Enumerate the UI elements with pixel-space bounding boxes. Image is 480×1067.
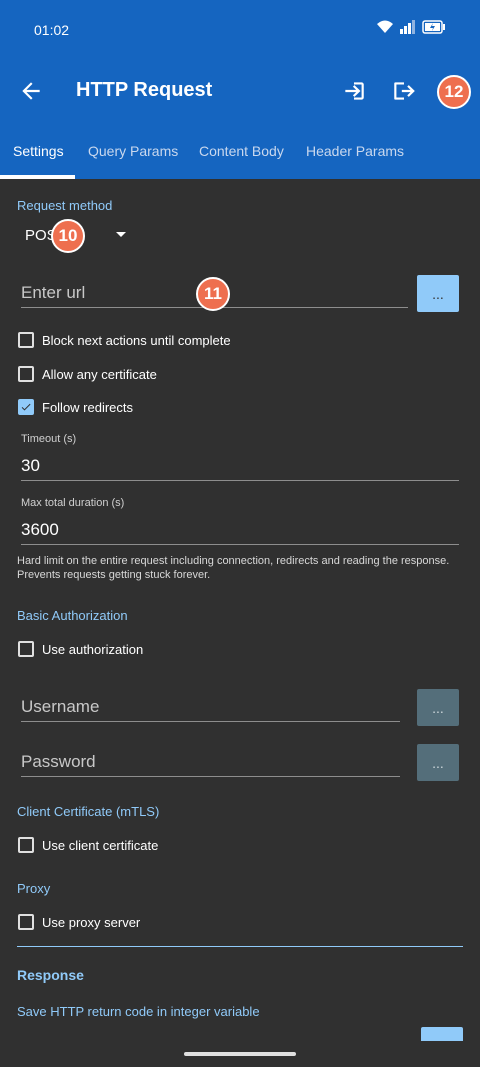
proxy-section-title: Proxy xyxy=(17,881,51,896)
page-title: HTTP Request xyxy=(76,79,213,101)
use-proxy-row[interactable]: Use proxy server xyxy=(18,914,140,930)
status-time: 01:02 xyxy=(34,22,70,38)
password-variables-button[interactable]: ... xyxy=(417,744,459,781)
follow-redirects-checkbox[interactable] xyxy=(18,399,34,415)
timeout-input[interactable]: 30 xyxy=(21,456,459,481)
max-duration-label: Max total duration (s) xyxy=(21,497,125,509)
back-arrow-icon[interactable] xyxy=(18,78,44,104)
block-actions-label: Block next actions until complete xyxy=(42,332,231,348)
use-client-cert-row[interactable]: Use client certificate xyxy=(18,837,158,853)
block-actions-row[interactable]: Block next actions until complete xyxy=(18,332,231,348)
export-icon[interactable] xyxy=(391,78,417,104)
battery-icon xyxy=(422,20,445,34)
timeout-label: Timeout (s) xyxy=(21,433,77,445)
use-proxy-label: Use proxy server xyxy=(42,914,141,930)
username-input[interactable] xyxy=(21,697,400,717)
username-field[interactable] xyxy=(21,697,400,722)
tab-bar: Settings Query Params Content Body Heade… xyxy=(0,140,480,179)
wifi-icon xyxy=(377,20,393,33)
password-input[interactable] xyxy=(21,752,400,772)
tab-settings[interactable]: Settings xyxy=(13,143,64,159)
dropdown-caret-icon[interactable] xyxy=(116,232,126,237)
tab-header-params[interactable]: Header Params xyxy=(306,143,404,159)
password-field[interactable] xyxy=(21,752,400,777)
follow-redirects-label: Follow redirects xyxy=(42,399,134,415)
allow-certificate-row[interactable]: Allow any certificate xyxy=(18,366,157,382)
max-duration-help: Hard limit on the entire request includi… xyxy=(17,555,450,581)
check-icon xyxy=(21,403,31,411)
allow-certificate-label: Allow any certificate xyxy=(42,366,157,382)
step-badge-11: 11 xyxy=(196,277,230,311)
use-authorization-row[interactable]: Use authorization xyxy=(18,641,143,657)
max-duration-input[interactable]: 3600 xyxy=(21,520,459,545)
username-variables-button[interactable]: ... xyxy=(417,689,459,726)
use-authorization-label: Use authorization xyxy=(42,641,144,657)
use-authorization-checkbox[interactable] xyxy=(18,641,34,657)
section-divider xyxy=(17,946,463,947)
use-client-cert-label: Use client certificate xyxy=(42,837,159,853)
signal-icon xyxy=(400,20,415,34)
step-badge-12: 12 xyxy=(437,75,471,109)
client-cert-section-title: Client Certificate (mTLS) xyxy=(17,804,160,819)
url-variables-button[interactable]: ... xyxy=(417,275,459,312)
use-client-cert-checkbox[interactable] xyxy=(18,837,34,853)
tab-content-body[interactable]: Content Body xyxy=(199,143,284,159)
allow-certificate-checkbox[interactable] xyxy=(18,366,34,382)
block-actions-checkbox[interactable] xyxy=(18,332,34,348)
request-method-label: Request method xyxy=(17,198,113,213)
return-code-variable-button[interactable] xyxy=(421,1027,463,1041)
follow-redirects-row[interactable]: Follow redirects xyxy=(18,399,133,415)
import-icon[interactable] xyxy=(341,78,367,104)
basic-auth-section-title: Basic Authorization xyxy=(17,608,128,623)
active-tab-indicator xyxy=(0,175,75,179)
step-badge-10: 10 xyxy=(51,219,85,253)
app-header: 01:02 HTTP Request 12 Settings Query Par… xyxy=(0,0,480,179)
status-icons xyxy=(376,20,446,34)
tab-query-params[interactable]: Query Params xyxy=(88,143,178,159)
save-return-code-label[interactable]: Save HTTP return code in integer variabl… xyxy=(17,1004,260,1019)
gesture-nav-bar[interactable] xyxy=(184,1052,296,1056)
use-proxy-checkbox[interactable] xyxy=(18,914,34,930)
response-section-title: Response xyxy=(17,967,84,983)
